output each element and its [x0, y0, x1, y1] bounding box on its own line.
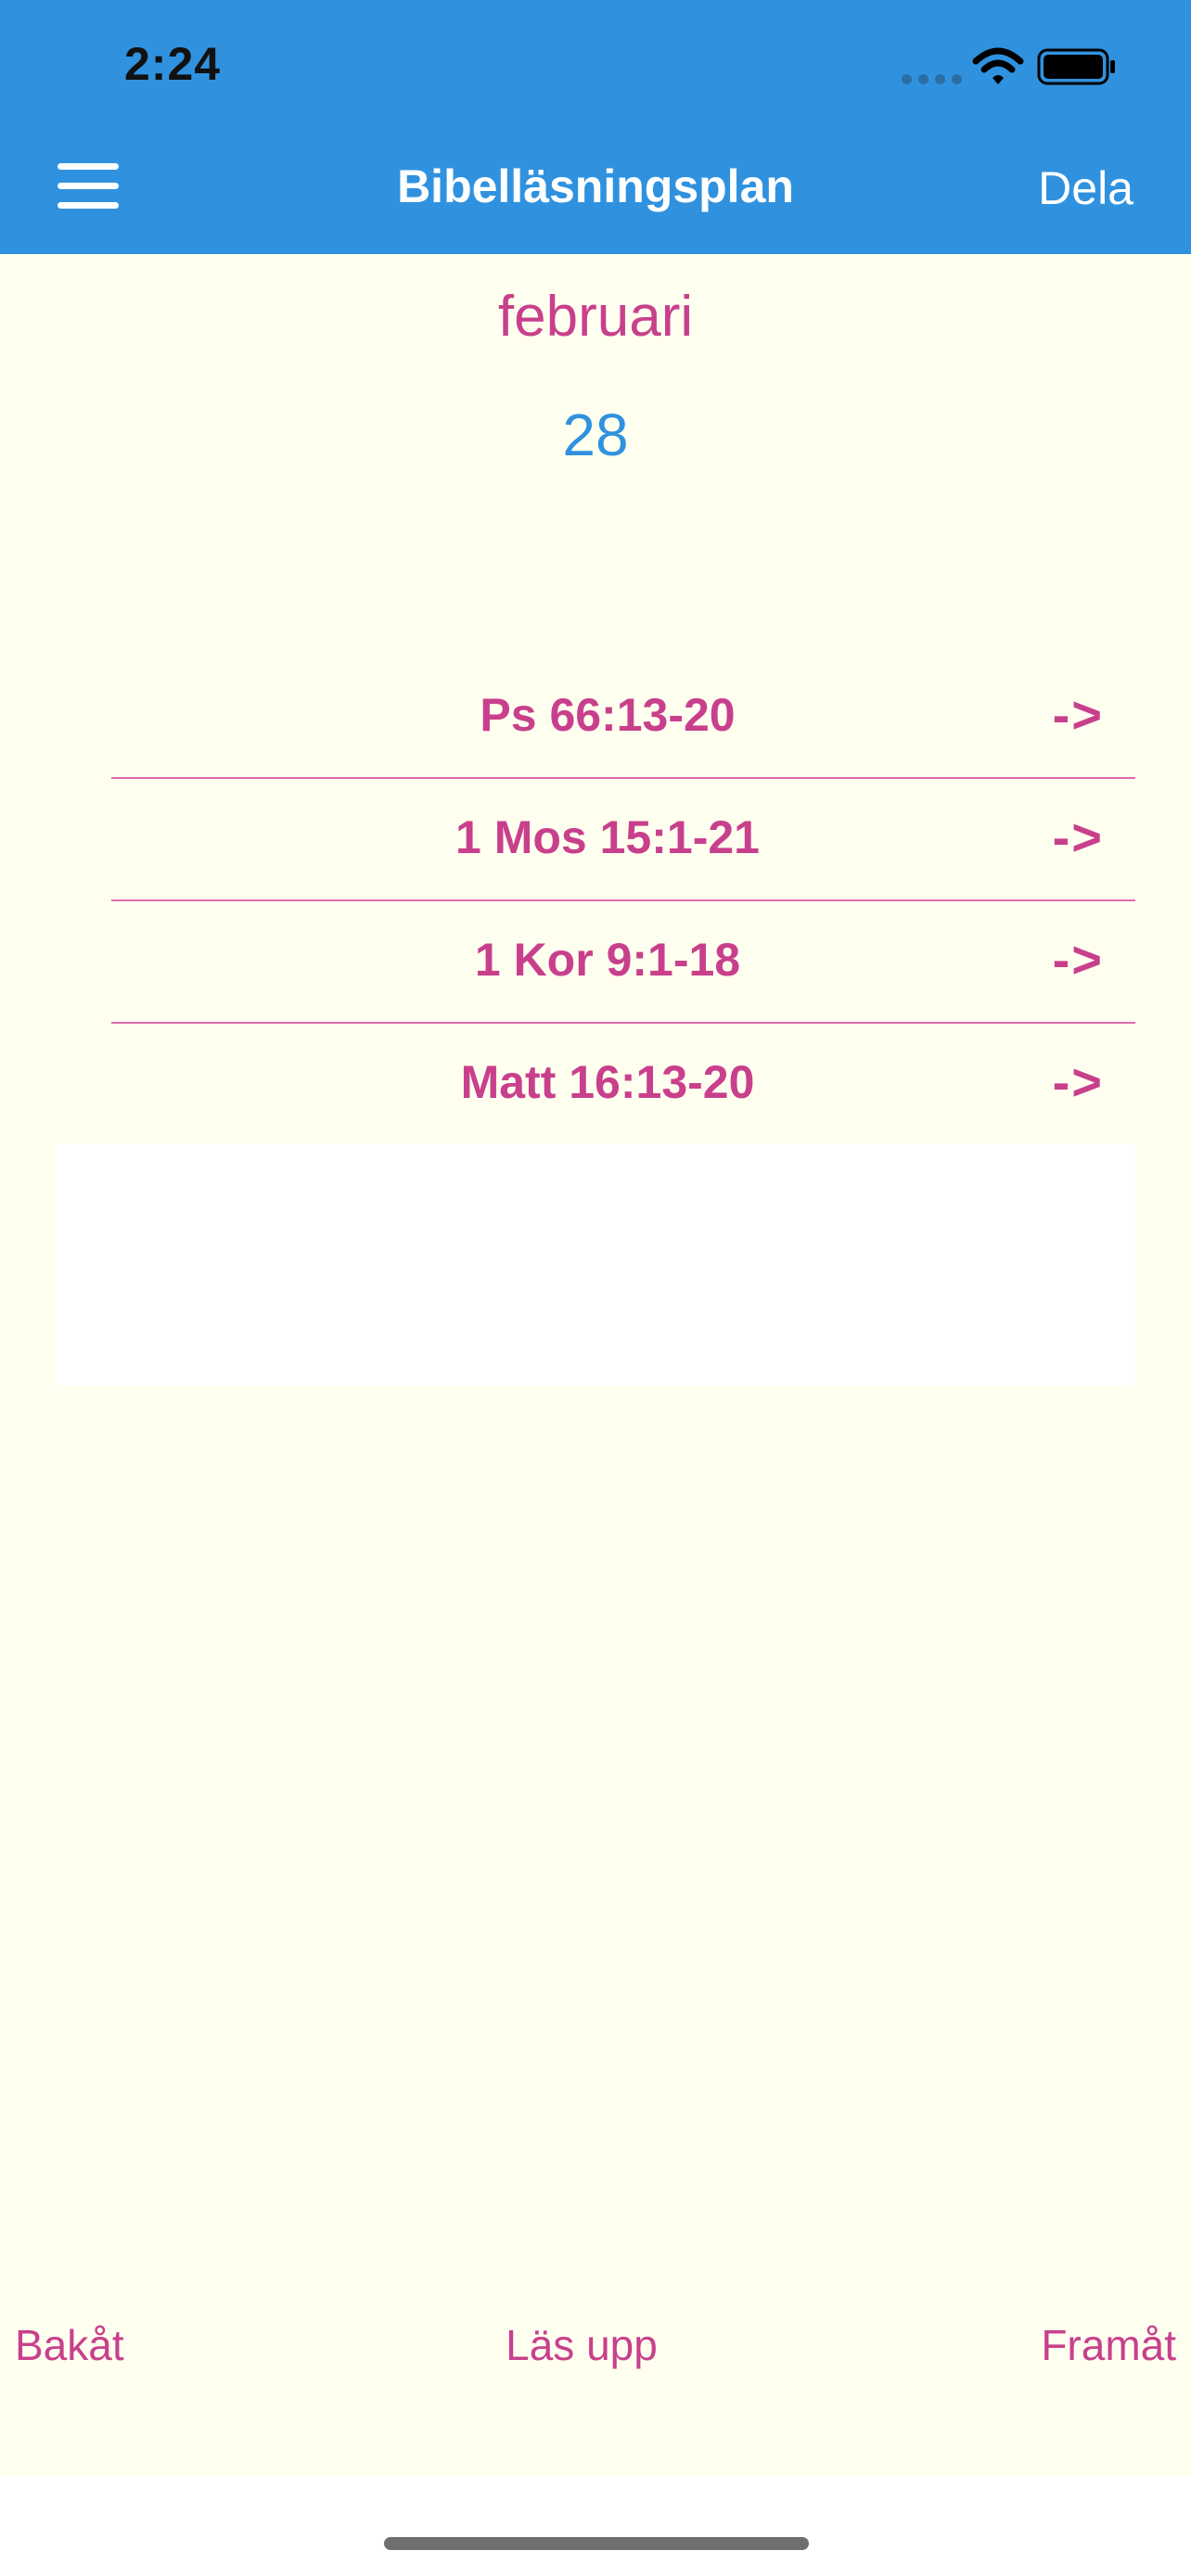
- wifi-icon: [972, 47, 1024, 84]
- home-indicator-area: [0, 2476, 1191, 2576]
- blank-content-panel: [56, 1144, 1135, 1385]
- home-indicator[interactable]: [384, 2537, 809, 2550]
- share-button[interactable]: Dela: [1038, 161, 1133, 215]
- arrow-right-icon[interactable]: ->: [1053, 929, 1104, 989]
- reading-row-genesis[interactable]: 1 Mos 15:1-21 ->: [111, 779, 1135, 901]
- read-aloud-button[interactable]: Läs upp: [0, 2320, 1163, 2370]
- day-number: 28: [562, 402, 629, 468]
- app-header: 2:24 Bibelläsningsplan Dela: [0, 0, 1191, 254]
- hamburger-menu-icon[interactable]: [58, 163, 119, 210]
- battery-icon: [1037, 48, 1115, 85]
- arrow-right-icon[interactable]: ->: [1053, 807, 1104, 867]
- forward-button[interactable]: Framåt: [1041, 2320, 1176, 2370]
- reading-reference: Matt 16:13-20: [460, 1056, 755, 1108]
- reading-reference: 1 Kor 9:1-18: [474, 934, 741, 986]
- arrow-right-icon[interactable]: ->: [1053, 684, 1104, 745]
- reading-reference: 1 Mos 15:1-21: [455, 811, 760, 863]
- reading-list: Ps 66:13-20 -> 1 Mos 15:1-21 -> 1 Kor 9:…: [111, 657, 1135, 1146]
- status-time: 2:24: [124, 38, 222, 90]
- cellular-signal-icon: [902, 74, 962, 84]
- arrow-right-icon[interactable]: ->: [1053, 1052, 1104, 1112]
- bottom-navigation: Läs upp Bakåt Framåt: [0, 2320, 1191, 2376]
- page-title: Bibelläsningsplan: [397, 160, 794, 212]
- reading-row-corinthians[interactable]: 1 Kor 9:1-18 ->: [111, 901, 1135, 1024]
- reading-reference: Ps 66:13-20: [480, 689, 736, 741]
- back-button[interactable]: Bakåt: [15, 2320, 124, 2370]
- reading-row-matthew[interactable]: Matt 16:13-20 ->: [111, 1024, 1135, 1146]
- month-label: februari: [497, 285, 694, 349]
- reading-row-psalms[interactable]: Ps 66:13-20 ->: [111, 657, 1135, 779]
